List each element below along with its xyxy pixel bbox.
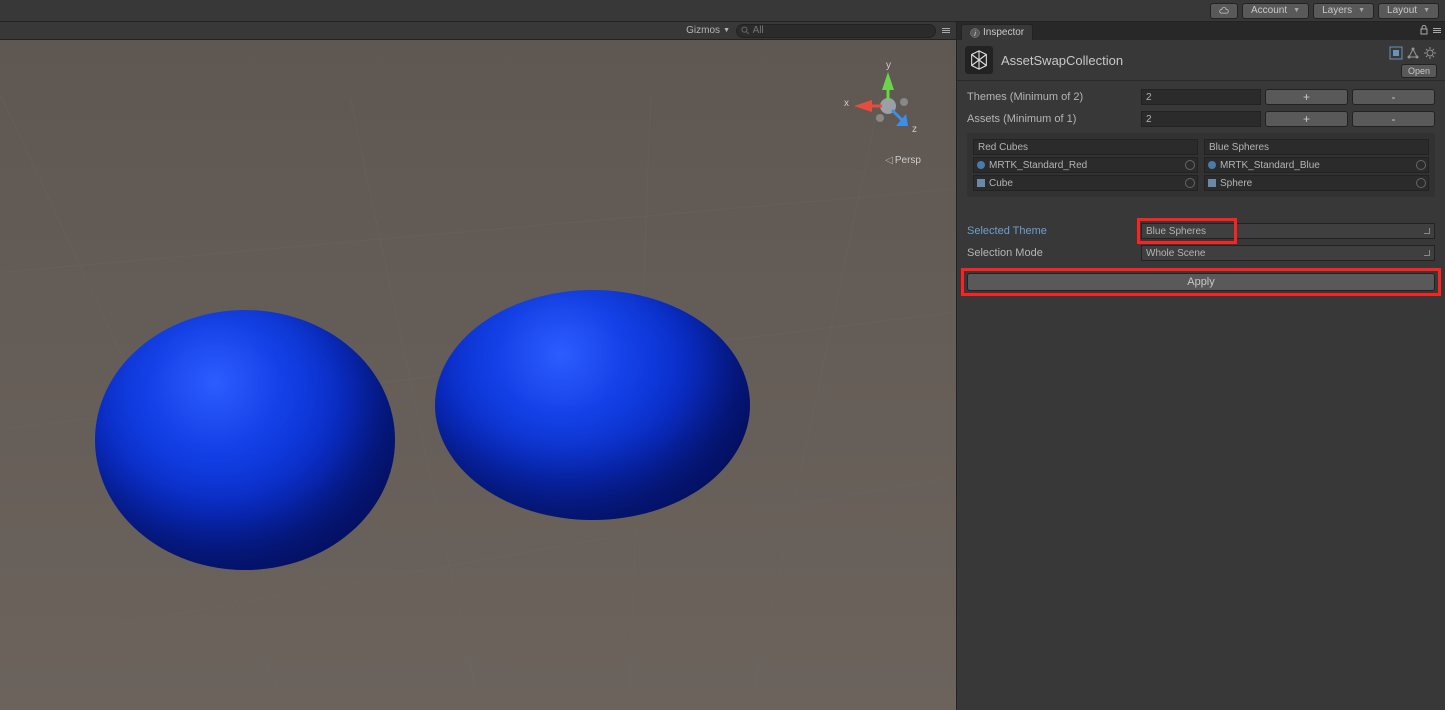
- theme-column-red-cubes: Red Cubes MRTK_Standard_Red Cube: [973, 139, 1198, 191]
- scene-pane: Gizmos ▼: [0, 22, 957, 710]
- asset-slot[interactable]: MRTK_Standard_Blue: [1204, 157, 1429, 173]
- account-label: Account: [1251, 5, 1287, 16]
- orientation-gizmo[interactable]: y x z: [848, 66, 928, 146]
- assets-count-field[interactable]: [1141, 111, 1261, 127]
- chevron-down-icon: ▼: [1293, 7, 1300, 14]
- theme-grid: Red Cubes MRTK_Standard_Red Cube Blue Sp…: [967, 133, 1435, 197]
- chevron-down-icon: ▼: [723, 27, 730, 34]
- layers-label: Layers: [1322, 5, 1352, 16]
- assets-label: Assets (Minimum of 1): [967, 113, 1137, 125]
- layout-label: Layout: [1387, 5, 1417, 16]
- object-picker-icon[interactable]: [1185, 160, 1195, 170]
- network-icon[interactable]: [1406, 46, 1420, 60]
- selection-mode-dropdown[interactable]: Whole Scene: [1141, 245, 1435, 261]
- themes-remove-button[interactable]: -: [1352, 89, 1435, 105]
- prefab-icon[interactable]: [1389, 46, 1403, 60]
- scene-object-sphere[interactable]: [95, 310, 395, 570]
- selected-theme-label: Selected Theme: [967, 225, 1137, 237]
- asset-slot[interactable]: Cube: [973, 175, 1198, 191]
- inspector-panel: i Inspector AssetSwapCollection Open Th: [957, 22, 1445, 710]
- inspector-tab-bar: i Inspector: [957, 22, 1445, 40]
- account-dropdown[interactable]: Account ▼: [1242, 3, 1309, 19]
- scene-search[interactable]: [736, 24, 936, 38]
- themes-count-field[interactable]: [1141, 89, 1261, 105]
- apply-button[interactable]: Apply: [967, 273, 1435, 291]
- tab-label: Inspector: [983, 27, 1024, 38]
- y-axis-label: y: [886, 60, 891, 71]
- scene-viewport[interactable]: y x z ◁Persp: [0, 40, 956, 710]
- scene-toolbar: Gizmos ▼: [0, 22, 956, 40]
- gear-icon[interactable]: [1423, 46, 1437, 60]
- themes-add-button[interactable]: +: [1265, 89, 1348, 105]
- apply-wrap: Apply: [967, 273, 1435, 291]
- info-icon: i: [970, 28, 980, 38]
- theme-title-field[interactable]: Red Cubes: [973, 139, 1198, 155]
- gizmos-toggle[interactable]: Gizmos ▼: [686, 25, 730, 36]
- assets-add-button[interactable]: +: [1265, 111, 1348, 127]
- object-picker-icon[interactable]: [1416, 178, 1426, 188]
- persp-arrow-icon: ◁: [885, 155, 893, 166]
- asset-title: AssetSwapCollection: [1001, 53, 1123, 68]
- prefab-icon: [1207, 178, 1217, 188]
- object-picker-icon[interactable]: [1185, 178, 1195, 188]
- material-icon: [1207, 160, 1217, 170]
- search-input[interactable]: [750, 25, 931, 36]
- open-button[interactable]: Open: [1401, 64, 1437, 78]
- assets-row: Assets (Minimum of 1) + -: [967, 111, 1435, 127]
- themes-row: Themes (Minimum of 2) + -: [967, 89, 1435, 105]
- x-axis-label: x: [844, 98, 849, 109]
- panel-menu-icon[interactable]: [1433, 28, 1441, 33]
- material-icon: [976, 160, 986, 170]
- selection-mode-row: Selection Mode Whole Scene: [967, 245, 1435, 261]
- theme-title-field[interactable]: Blue Spheres: [1204, 139, 1429, 155]
- scene-menu-icon[interactable]: [942, 28, 950, 33]
- asset-slot[interactable]: Sphere: [1204, 175, 1429, 191]
- cloud-button[interactable]: [1210, 3, 1238, 19]
- layers-dropdown[interactable]: Layers ▼: [1313, 3, 1374, 19]
- scene-object-sphere[interactable]: [435, 290, 750, 520]
- lock-icon[interactable]: [1419, 25, 1429, 35]
- asset-header: AssetSwapCollection Open: [957, 40, 1445, 81]
- selected-theme-row: Selected Theme Blue Spheres: [967, 223, 1435, 239]
- z-axis-label: z: [912, 124, 917, 135]
- top-toolbar: Account ▼ Layers ▼ Layout ▼: [0, 0, 1445, 22]
- inspector-body: Themes (Minimum of 2) + - Assets (Minimu…: [957, 81, 1445, 299]
- assets-remove-button[interactable]: -: [1352, 111, 1435, 127]
- y-axis-icon: [882, 72, 894, 90]
- asset-slot[interactable]: MRTK_Standard_Red: [973, 157, 1198, 173]
- search-icon: [741, 26, 750, 35]
- projection-label[interactable]: ◁Persp: [885, 155, 921, 166]
- object-picker-icon[interactable]: [1416, 160, 1426, 170]
- unity-logo-icon: [965, 46, 993, 74]
- layout-dropdown[interactable]: Layout ▼: [1378, 3, 1439, 19]
- theme-column-blue-spheres: Blue Spheres MRTK_Standard_Blue Sphere: [1204, 139, 1429, 191]
- prefab-icon: [976, 178, 986, 188]
- chevron-down-icon: ▼: [1423, 7, 1430, 14]
- chevron-down-icon: ▼: [1358, 7, 1365, 14]
- main-layout: Gizmos ▼: [0, 22, 1445, 710]
- cloud-icon: [1219, 6, 1229, 16]
- selection-mode-label: Selection Mode: [967, 247, 1137, 259]
- selected-theme-dropdown[interactable]: Blue Spheres: [1141, 223, 1435, 239]
- gizmos-label: Gizmos: [686, 25, 720, 36]
- tab-inspector[interactable]: i Inspector: [961, 24, 1033, 40]
- grid-line: [2, 188, 956, 273]
- themes-label: Themes (Minimum of 2): [967, 91, 1137, 103]
- grid-line: [734, 95, 881, 710]
- x-axis-icon: [854, 100, 872, 112]
